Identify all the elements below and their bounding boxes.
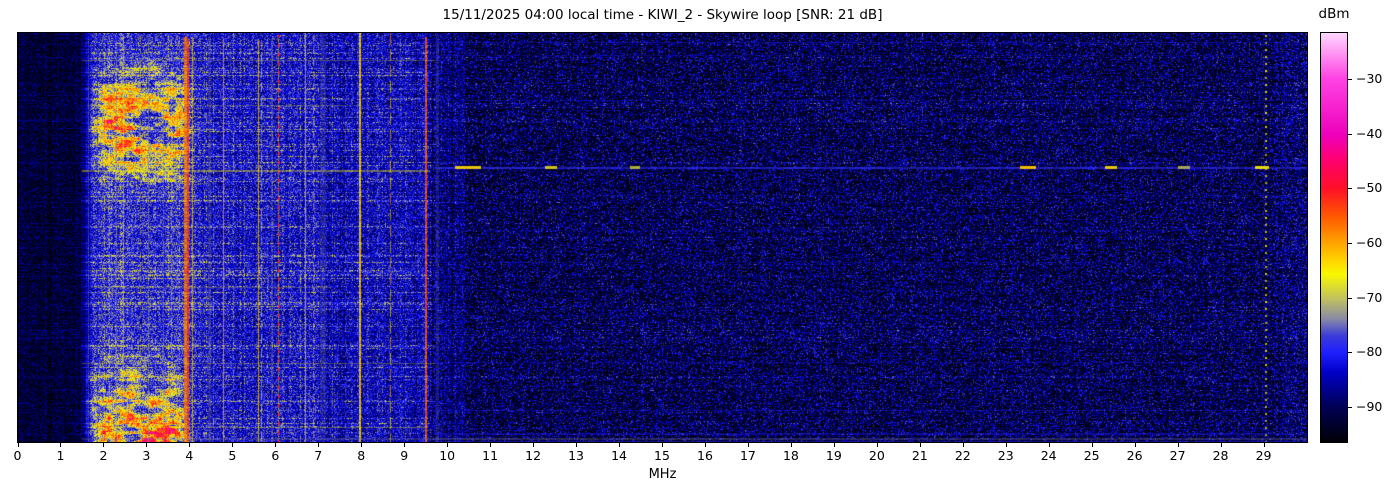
x-axis-tick-label: 23	[997, 448, 1014, 463]
x-axis-tick	[275, 443, 277, 447]
waterfall-canvas	[18, 33, 1307, 442]
x-axis-tick-label: 14	[611, 448, 627, 463]
x-axis-tick	[17, 443, 19, 447]
x-axis-tick	[662, 443, 663, 447]
x-axis-tick	[747, 443, 749, 447]
x-axis-tick-label: 2	[99, 448, 108, 463]
x-axis-tick	[704, 443, 706, 447]
x-axis-tick	[1134, 443, 1136, 447]
x-axis-tick	[60, 443, 62, 447]
x-axis-tick	[619, 443, 621, 447]
x-axis-tick-label: 5	[228, 448, 237, 463]
colorbar-tick-label: −80	[1356, 344, 1383, 360]
x-axis-tick	[361, 443, 363, 447]
x-axis-tick	[1091, 443, 1093, 447]
x-axis-tick-label: 13	[568, 448, 585, 463]
x-axis-tick-label: 9	[400, 448, 409, 463]
x-axis-tick	[146, 443, 148, 447]
colorbar-tick	[1347, 78, 1352, 80]
x-axis-tick-label: 29	[1255, 448, 1272, 463]
x-axis-tick	[1220, 443, 1222, 447]
waterfall-plot-area	[17, 32, 1308, 443]
x-axis-tick-label: 22	[954, 448, 971, 463]
x-axis-tick-label: 24	[1040, 448, 1057, 463]
x-axis-tick-label: 20	[868, 448, 885, 463]
colorbar-tick	[1347, 133, 1352, 135]
x-axis-tick	[103, 443, 105, 447]
x-axis-tick-label: 7	[314, 448, 323, 463]
x-axis-tick	[533, 443, 535, 447]
colorbar-tick	[1347, 297, 1352, 299]
chart-title: 15/11/2025 04:00 local time - KIWI_2 - S…	[442, 7, 883, 23]
x-axis-tick	[790, 443, 792, 447]
x-axis-label: MHz	[648, 467, 677, 482]
x-axis-tick-label: 25	[1083, 448, 1100, 463]
colorbar-tick-label: −90	[1356, 398, 1383, 414]
x-axis-tick	[962, 443, 964, 447]
colorbar-tick-label: −40	[1356, 125, 1383, 141]
x-axis-tick-label: 0	[13, 448, 22, 463]
colorbar-tick	[1347, 242, 1352, 244]
colorbar-tick	[1347, 188, 1352, 190]
spectrogram-figure: 15/11/2025 04:00 local time - KIWI_2 - S…	[0, 0, 1400, 500]
colorbar-tick	[1347, 352, 1352, 354]
x-axis-tick	[833, 443, 835, 447]
x-axis-tick	[447, 443, 449, 447]
x-axis-tick-label: 6	[271, 448, 280, 463]
colorbar-tick-label: −50	[1356, 180, 1383, 196]
x-axis-tick	[1048, 443, 1050, 447]
x-axis-tick	[576, 443, 578, 447]
x-axis-tick	[1263, 443, 1265, 447]
x-axis-tick-label: 1	[56, 448, 65, 463]
x-axis-tick-label: 12	[525, 448, 542, 463]
x-axis-tick	[876, 443, 878, 447]
x-axis-tick	[1177, 443, 1179, 447]
x-axis-tick	[1005, 443, 1007, 447]
x-axis-tick-label: 11	[482, 448, 499, 463]
x-axis-tick-label: 28	[1212, 448, 1229, 463]
x-axis-tick	[919, 443, 921, 447]
colorbar-tick-label: −30	[1356, 70, 1383, 86]
x-axis-tick	[232, 443, 234, 447]
x-axis-tick-label: 26	[1126, 448, 1143, 463]
x-axis-tick-label: 27	[1169, 448, 1186, 463]
x-axis-tick-label: 10	[439, 448, 456, 463]
x-axis-tick-label: 21	[911, 448, 928, 463]
colorbar-tick-label: −60	[1356, 234, 1383, 250]
x-axis-tick-label: 17	[739, 448, 756, 463]
x-axis-tick	[189, 443, 191, 447]
x-axis-tick-label: 4	[185, 448, 194, 463]
colorbar-gradient	[1321, 33, 1347, 442]
x-axis-tick-label: 3	[142, 448, 151, 463]
colorbar-unit-label: dBm	[1318, 6, 1350, 22]
x-axis-tick-label: 16	[697, 448, 713, 463]
colorbar	[1320, 32, 1348, 443]
x-axis-tick	[490, 443, 492, 447]
colorbar-tick	[1347, 406, 1352, 408]
x-axis-tick-label: 19	[825, 448, 842, 463]
x-axis-tick	[404, 443, 406, 447]
x-axis-tick-label: 18	[782, 448, 799, 463]
x-axis-tick-label: 15	[654, 448, 670, 463]
colorbar-tick-label: −70	[1356, 289, 1383, 305]
x-axis-tick	[318, 443, 320, 447]
x-axis-tick-label: 8	[357, 448, 366, 463]
